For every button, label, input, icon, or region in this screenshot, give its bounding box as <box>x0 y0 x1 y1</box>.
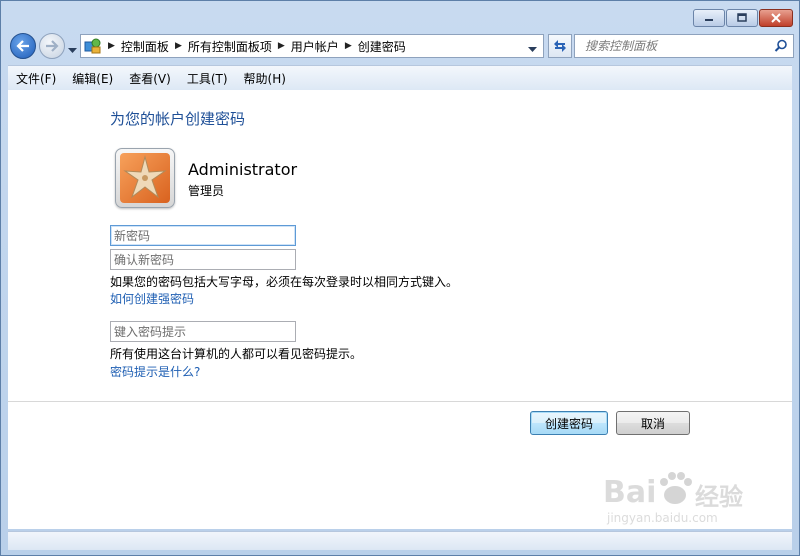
watermark-brand-suffix: 经验 <box>695 483 743 511</box>
breadcrumb-arrow-icon[interactable]: ▶ <box>278 41 285 51</box>
minimize-icon <box>705 19 713 21</box>
confirm-password-field[interactable] <box>110 249 296 270</box>
create-password-button[interactable]: 创建密码 <box>530 411 608 435</box>
paw-logo-icon <box>660 472 692 504</box>
baidu-watermark: Bai 经验 jingyan.baidu.com <box>603 469 753 529</box>
navigation-row: ▶ 控制面板 ▶ 所有控制面板项 ▶ 用户帐户 ▶ 创建密码 <box>8 33 794 61</box>
case-sensitivity-note: 如果您的密码包括大写字母，必须在每次登录时以相同方式键入。 <box>110 275 459 289</box>
close-button[interactable] <box>759 9 793 27</box>
main-content: 为您的帐户创建密码 Administrator 管理员 如果您的密码包括大写字母… <box>8 90 792 529</box>
control-panel-icon <box>84 38 101 54</box>
arrow-left-icon <box>16 40 29 52</box>
status-bar <box>8 531 792 550</box>
search-input[interactable] <box>583 38 767 54</box>
menu-view[interactable]: 查看(V) <box>121 70 179 87</box>
hint-visibility-note: 所有使用这台计算机的人都可以看见密码提示。 <box>110 347 363 361</box>
chevron-down-icon <box>528 47 537 52</box>
breadcrumb-all-items[interactable]: 所有控制面板项 <box>188 38 272 55</box>
strong-password-link[interactable]: 如何创建强密码 <box>110 290 194 307</box>
breadcrumb-create-password[interactable]: 创建密码 <box>358 38 406 55</box>
refresh-button[interactable] <box>548 34 572 58</box>
breadcrumb-arrow-icon[interactable]: ▶ <box>175 41 182 51</box>
recent-pages-dropdown[interactable] <box>68 43 77 57</box>
chevron-down-icon <box>68 48 77 53</box>
back-button[interactable] <box>10 33 36 59</box>
account-role: 管理员 <box>188 184 225 198</box>
address-history-dropdown[interactable] <box>528 42 537 56</box>
breadcrumb-arrow-icon[interactable]: ▶ <box>108 41 115 51</box>
forward-button[interactable] <box>39 33 65 59</box>
watermark-brand: Bai <box>603 475 657 510</box>
maximize-icon <box>737 13 747 22</box>
breadcrumb-control-panel[interactable]: 控制面板 <box>121 38 169 55</box>
watermark-url: jingyan.baidu.com <box>607 511 718 525</box>
divider <box>8 401 792 402</box>
starfish-picture-icon <box>120 153 170 203</box>
password-hint-field[interactable] <box>110 321 296 342</box>
password-hint-help-link[interactable]: 密码提示是什么? <box>110 363 200 380</box>
caption-buttons <box>693 9 793 27</box>
address-bar[interactable]: ▶ 控制面板 ▶ 所有控制面板项 ▶ 用户帐户 ▶ 创建密码 <box>80 34 544 58</box>
refresh-icon <box>554 40 566 52</box>
page-title: 为您的帐户创建密码 <box>110 110 246 128</box>
control-panel-window: ▶ 控制面板 ▶ 所有控制面板项 ▶ 用户帐户 ▶ 创建密码 搜索控制面板 文件… <box>0 0 800 556</box>
menu-bar: 文件(F) 编辑(E) 查看(V) 工具(T) 帮助(H) <box>8 65 792 91</box>
search-icon[interactable] <box>774 39 788 53</box>
arrow-right-icon <box>46 40 59 52</box>
maximize-button[interactable] <box>726 9 758 27</box>
cancel-button[interactable]: 取消 <box>616 411 690 435</box>
breadcrumb-user-accounts[interactable]: 用户帐户 <box>291 38 339 55</box>
menu-file[interactable]: 文件(F) <box>8 70 64 87</box>
minimize-button[interactable] <box>693 9 725 27</box>
account-name: Administrator <box>188 160 298 179</box>
menu-edit[interactable]: 编辑(E) <box>64 70 121 87</box>
search-box[interactable] <box>574 34 794 58</box>
avatar <box>115 148 175 208</box>
menu-help[interactable]: 帮助(H) <box>236 70 294 87</box>
breadcrumb-arrow-icon[interactable]: ▶ <box>345 41 352 51</box>
new-password-field[interactable] <box>110 225 296 246</box>
menu-tools[interactable]: 工具(T) <box>179 70 236 87</box>
close-icon <box>771 13 781 23</box>
